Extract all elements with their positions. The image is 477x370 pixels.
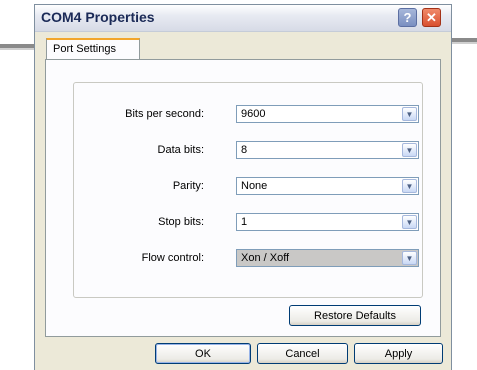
close-icon: ✕ — [426, 9, 437, 25]
data-bits-label: Data bits: — [157, 144, 204, 156]
dialog-title: COM4 Properties — [41, 9, 155, 25]
bits-per-second-dropdown[interactable]: 9600 ▼ — [236, 105, 419, 123]
apply-button[interactable]: Apply — [354, 343, 443, 364]
settings-group: Bits per second: 9600 ▼ Data bits: 8 ▼ P… — [73, 82, 423, 298]
tab-panel-port-settings: Bits per second: 9600 ▼ Data bits: 8 ▼ P… — [45, 59, 441, 337]
parity-value: None — [241, 180, 268, 192]
cancel-button[interactable]: Cancel — [257, 343, 348, 364]
stop-bits-label: Stop bits: — [158, 216, 204, 228]
bits-per-second-label: Bits per second: — [125, 108, 204, 120]
chevron-down-icon[interactable]: ▼ — [402, 215, 417, 229]
tab-port-settings[interactable]: Port Settings — [46, 38, 140, 60]
background-window-edge — [452, 42, 477, 44]
chevron-down-icon[interactable]: ▼ — [402, 107, 417, 121]
parity-label: Parity: — [172, 180, 204, 192]
data-bits-dropdown[interactable]: 8 ▼ — [236, 141, 419, 159]
flow-control-value: Xon / Xoff — [241, 252, 290, 264]
stop-bits-dropdown[interactable]: 1 ▼ — [236, 213, 419, 231]
background-window-edge — [0, 48, 38, 50]
bits-per-second-value: 9600 — [241, 108, 266, 120]
parity-dropdown[interactable]: None ▼ — [236, 177, 419, 195]
properties-dialog: COM4 Properties ? ✕ Port Settings Bits p… — [34, 4, 452, 370]
data-bits-value: 8 — [241, 144, 248, 156]
ok-button[interactable]: OK — [155, 343, 251, 364]
close-button[interactable]: ✕ — [422, 8, 441, 27]
help-icon: ? — [403, 10, 412, 25]
chevron-down-icon[interactable]: ▼ — [402, 251, 417, 265]
restore-defaults-button[interactable]: Restore Defaults — [289, 305, 421, 326]
title-bar[interactable]: COM4 Properties ? ✕ — [35, 5, 451, 32]
flow-control-dropdown[interactable]: Xon / Xoff ▼ — [236, 249, 419, 267]
chevron-down-icon[interactable]: ▼ — [402, 143, 417, 157]
stop-bits-value: 1 — [241, 216, 248, 228]
chevron-down-icon[interactable]: ▼ — [402, 179, 417, 193]
help-button[interactable]: ? — [398, 8, 417, 27]
flow-control-label: Flow control: — [141, 252, 204, 264]
